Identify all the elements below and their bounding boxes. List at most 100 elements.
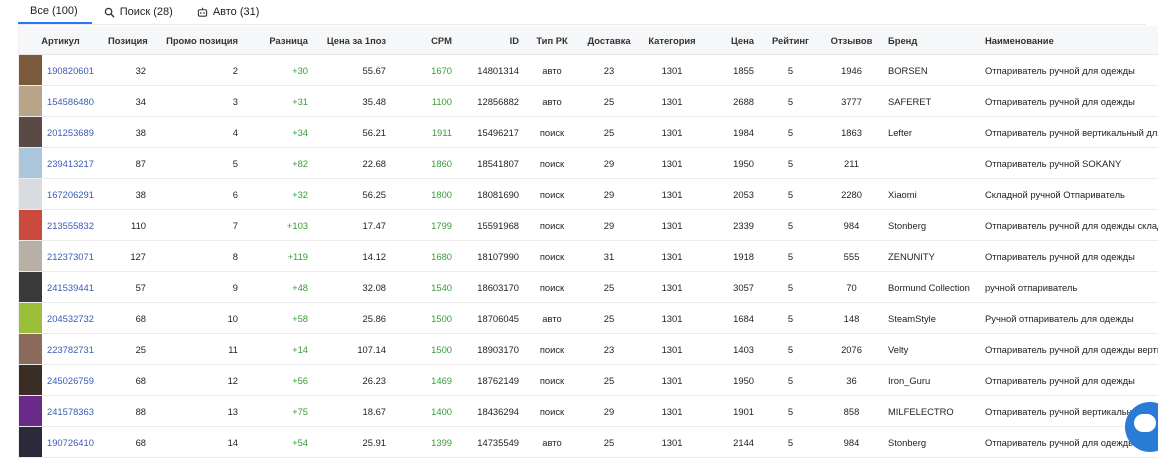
article-link[interactable]: 212373071 [47, 251, 94, 262]
article-link[interactable]: 167206291 [47, 189, 94, 200]
cell-campaign-type: поиск [525, 333, 579, 365]
article-link[interactable]: 154586480 [47, 96, 94, 107]
col-brand[interactable]: Бренд [882, 26, 979, 55]
article-link[interactable]: 241578363 [47, 406, 94, 417]
cell-price: 1403 [705, 333, 760, 365]
col-cpm[interactable]: CPM [392, 26, 458, 55]
article-link[interactable]: 190820601 [47, 65, 94, 76]
cell-price-per-position: 25.86 [314, 302, 392, 334]
tab-search[interactable]: Поиск (28) [92, 0, 185, 24]
col-category[interactable]: Категория [639, 26, 705, 55]
col-delivery[interactable]: Доставка [579, 26, 639, 55]
col-article[interactable]: Артикул [19, 26, 102, 55]
cell-article: 154586480 [19, 85, 102, 117]
col-promo-position[interactable]: Промо позиция [152, 26, 244, 55]
product-thumbnail[interactable] [19, 396, 42, 426]
cell-brand: MILFELECTRO [882, 395, 979, 427]
table-row[interactable]: 204532732 68 10 +58 25.86 1500 18706045 авто 25 1… [19, 302, 1158, 334]
product-thumbnail[interactable] [19, 427, 42, 457]
table-row[interactable]: 223782731 25 11 +14 107.14 1500 18903170 поиск 2… [19, 333, 1158, 365]
article-link[interactable]: 204532732 [47, 313, 94, 324]
product-thumbnail[interactable] [19, 86, 42, 116]
cell-category: 1301 [639, 302, 705, 334]
table-row[interactable]: 190726410 68 14 +54 25.91 1399 14735549 авто 25 1… [19, 426, 1158, 458]
cell-price-per-position: 56.21 [314, 116, 392, 148]
cell-article: 204532732 [19, 302, 102, 334]
product-thumbnail[interactable] [19, 148, 42, 178]
cell-name: Складной ручной Отпариватель [979, 178, 1158, 210]
product-thumbnail[interactable] [19, 55, 42, 85]
product-thumbnail[interactable] [19, 241, 42, 271]
tab-bar: Все (100) Поиск (28) Авто (31) [18, 0, 1146, 25]
tab-all[interactable]: Все (100) [18, 0, 92, 24]
cell-promo-position: 3 [152, 85, 244, 117]
cell-campaign-type: поиск [525, 240, 579, 272]
table-row[interactable]: 154586480 34 3 +31 35.48 1100 12856882 авто 25 13… [19, 85, 1158, 117]
table-row[interactable]: 241539441 57 9 +48 32.08 1540 18603170 поиск 25 1… [19, 271, 1158, 303]
col-campaign-type[interactable]: Тип РК [525, 26, 579, 55]
cell-name: ручной отпариватель [979, 271, 1158, 303]
product-thumbnail[interactable] [19, 272, 42, 302]
cell-reviews: 984 [821, 426, 882, 458]
cell-campaign-type: поиск [525, 178, 579, 210]
cell-delivery: 25 [579, 364, 639, 396]
cell-rating: 5 [760, 240, 821, 272]
cell-position: 110 [102, 209, 152, 241]
cell-price: 3057 [705, 271, 760, 303]
col-name[interactable]: Наименование [979, 26, 1158, 55]
cell-price-per-position: 26.23 [314, 364, 392, 396]
product-thumbnail[interactable] [19, 210, 42, 240]
cell-rating: 5 [760, 302, 821, 334]
cell-category: 1301 [639, 54, 705, 86]
cell-brand: Velty [882, 333, 979, 365]
cell-price: 2053 [705, 178, 760, 210]
table-row[interactable]: 201253689 38 4 +34 56.21 1911 15496217 поиск 25 1… [19, 116, 1158, 148]
article-link[interactable]: 201253689 [47, 127, 94, 138]
cell-promo-position: 2 [152, 54, 244, 86]
article-link[interactable]: 245026759 [47, 375, 94, 386]
cell-category: 1301 [639, 426, 705, 458]
col-difference[interactable]: Разница [244, 26, 314, 55]
cell-reviews: 858 [821, 395, 882, 427]
article-link[interactable]: 241539441 [47, 282, 94, 293]
cell-name: Отпариватель ручной для одежды [979, 85, 1158, 117]
article-link[interactable]: 190726410 [47, 437, 94, 448]
results-table-container[interactable]: Артикул Позиция Промо позиция Разница Це… [18, 26, 1158, 459]
col-rating[interactable]: Рейтинг [760, 26, 821, 55]
cell-article: 190820601 [19, 54, 102, 86]
table-row[interactable]: 167206291 38 6 +32 56.25 1800 18081690 поиск 29 1… [19, 178, 1158, 210]
cell-reviews: 3777 [821, 85, 882, 117]
col-price-per-position[interactable]: Цена за 1поз [314, 26, 392, 55]
cell-campaign-type: авто [525, 302, 579, 334]
cell-price-per-position: 25.91 [314, 426, 392, 458]
cell-difference: +54 [244, 426, 314, 458]
cell-difference: +119 [244, 240, 314, 272]
col-position[interactable]: Позиция [102, 26, 152, 55]
cell-article: 245026759 [19, 364, 102, 396]
article-link[interactable]: 223782731 [47, 344, 94, 355]
cell-campaign-type: авто [525, 54, 579, 86]
cell-cpm: 1911 [392, 116, 458, 148]
table-row[interactable]: 245026759 68 12 +56 26.23 1469 18762149 поиск 25… [19, 364, 1158, 396]
tab-auto[interactable]: Авто (31) [185, 0, 272, 24]
article-link[interactable]: 239413217 [47, 158, 94, 169]
col-reviews[interactable]: Отзывов [821, 26, 882, 55]
product-thumbnail[interactable] [19, 365, 42, 395]
cell-price: 1901 [705, 395, 760, 427]
table-row[interactable]: 212373071 127 8 +119 14.12 1680 18107990 поиск 3… [19, 240, 1158, 272]
cell-name: Ручной отпариватель для одежды [979, 302, 1158, 334]
col-price[interactable]: Цена [705, 26, 760, 55]
cell-delivery: 25 [579, 426, 639, 458]
product-thumbnail[interactable] [19, 334, 42, 364]
product-thumbnail[interactable] [19, 117, 42, 147]
table-row[interactable]: 241578363 88 13 +75 18.67 1400 18436294 поиск 29… [19, 395, 1158, 427]
cell-position: 32 [102, 54, 152, 86]
article-link[interactable]: 213555832 [47, 220, 94, 231]
product-thumbnail[interactable] [19, 303, 42, 333]
table-row[interactable]: 239413217 87 5 +82 22.68 1860 18541807 поиск 29 1… [19, 147, 1158, 179]
cell-difference: +34 [244, 116, 314, 148]
table-row[interactable]: 190820601 32 2 +30 55.67 1670 14801314 авто 23 13… [19, 54, 1158, 86]
product-thumbnail[interactable] [19, 179, 42, 209]
col-id[interactable]: ID [458, 26, 525, 55]
table-row[interactable]: 213555832 110 7 +103 17.47 1799 15591968 поиск 2… [19, 209, 1158, 241]
